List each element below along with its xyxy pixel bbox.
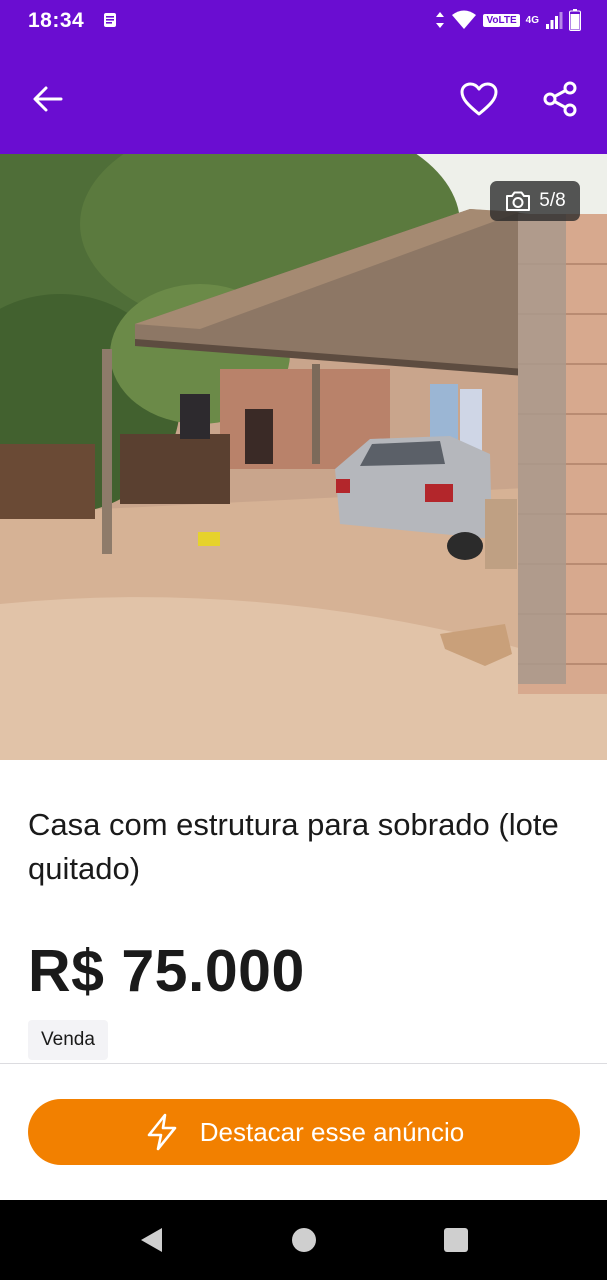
nav-back-icon [141, 1228, 162, 1252]
battery-icon [569, 9, 581, 31]
app-bar [0, 42, 607, 154]
lightning-icon [147, 1113, 177, 1151]
listing-price: R$ 75.000 [28, 938, 305, 1004]
status-time: 18:34 [28, 9, 85, 32]
nav-recents-button[interactable] [436, 1220, 476, 1260]
back-button[interactable] [24, 75, 72, 123]
back-arrow-icon [33, 86, 63, 112]
notification-icon [104, 13, 116, 27]
heart-icon [460, 82, 498, 116]
nav-home-button[interactable] [284, 1220, 324, 1260]
highlight-ad-label: Destacar esse anúncio [199, 1116, 465, 1147]
photo-counter: 5/8 [490, 181, 580, 221]
favorite-button[interactable] [455, 75, 503, 123]
wifi-icon [452, 10, 477, 29]
signal-icon [546, 12, 563, 29]
highlight-ad-button[interactable]: Destacar esse anúncio [28, 1099, 580, 1165]
volte-badge: VoLTE [483, 13, 520, 27]
nav-home-icon [292, 1228, 316, 1252]
listing-type-tag: Venda [28, 1020, 108, 1060]
nav-recents-icon [444, 1228, 468, 1252]
status-bar: 18:34 VoLTE 4G [0, 0, 607, 42]
listing-title: Casa com estrutura para sobrado (lote qu… [28, 807, 559, 886]
share-button[interactable] [536, 75, 584, 123]
listing-photo-image [0, 154, 607, 760]
share-icon [543, 81, 577, 117]
divider [0, 1063, 607, 1064]
status-indicators: VoLTE 4G [435, 9, 581, 31]
data-arrows-icon [436, 12, 445, 28]
system-nav-bar [0, 1200, 607, 1280]
listing-photo[interactable] [0, 154, 607, 760]
photo-counter-text: 5/8 [539, 190, 566, 211]
network-type: 4G [525, 14, 539, 26]
camera-icon [506, 191, 531, 211]
nav-back-button[interactable] [131, 1220, 171, 1260]
